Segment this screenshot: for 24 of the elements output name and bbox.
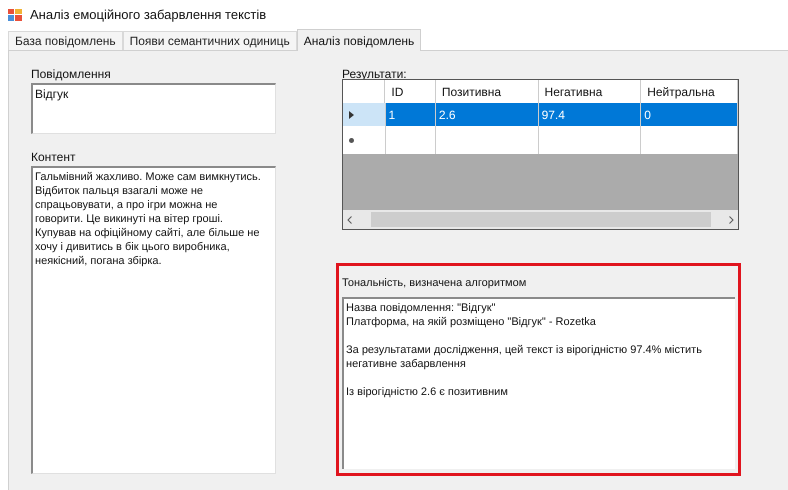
table-cell-text: 1: [388, 106, 396, 124]
scrollbar-thumb[interactable]: [370, 212, 710, 227]
current-row-icon: [349, 110, 354, 118]
table-cell-text: 2.6: [438, 106, 456, 124]
table-cell-text: 0: [644, 106, 651, 124]
app-icon: [8, 9, 22, 21]
tab[interactable]: База повідомлень: [8, 31, 123, 50]
tonality-label: Тональність, визначена алгоритмом: [342, 276, 528, 290]
results-label: Результати:: [342, 67, 408, 81]
field-label: Повідомлення: [31, 67, 112, 81]
grid-row[interactable]: [343, 126, 738, 154]
new-row-icon: [349, 138, 354, 142]
content-field[interactable]: Гальмівний жахливо. Може сам вимкнутись. Відбиток пальця взагалі може не спрацьовувати, а про ігри можна не говорити. Це викинуті на вітер гроші. Купував на офіційному сайті, але більше не хочу і дивитись в бік цього виробника, неякісний, погана збірка.: [31, 166, 276, 474]
grid-row[interactable]: 1 2.6 97.4 0: [343, 103, 738, 126]
window-title: Аналіз емоційного забарвлення текстів: [30, 6, 266, 24]
field-label: Контент: [31, 150, 76, 164]
message-field[interactable]: Відгук: [31, 83, 276, 134]
horizontal-scrollbar[interactable]: [343, 210, 738, 229]
scroll-right-icon[interactable]: [729, 216, 734, 224]
scroll-left-icon[interactable]: [347, 216, 352, 224]
tab[interactable]: Появи семантичних одиниць: [122, 31, 297, 50]
table-cell-text: 97.4: [542, 106, 565, 124]
tonality-field[interactable]: Назва повідомлення: "Відгук" Платформа, на якій розміщено "Відгук" - Rozetka За результатами дослідження, цей текст із вірогідністю 97.4% містить негативне забарвлення Із вірогідністю 2.6 є позитивним: [342, 297, 735, 469]
tab[interactable]: Аналіз повідомлень: [296, 29, 422, 51]
